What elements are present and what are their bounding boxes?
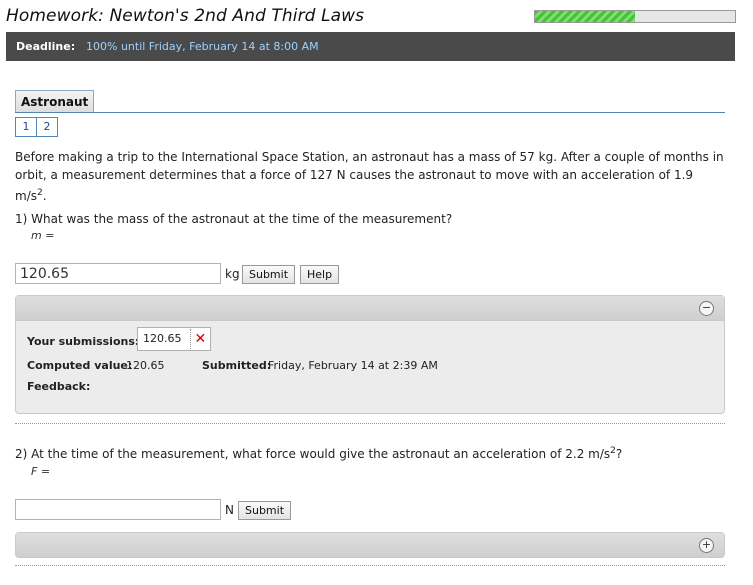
question-2-number: 2) bbox=[15, 447, 28, 461]
question-2-variable: F = bbox=[31, 465, 51, 478]
submission-entry: 120.65 ✕ bbox=[137, 327, 212, 351]
feedback-label: Feedback: bbox=[27, 380, 91, 393]
submitted-value: Friday, February 14 at 2:39 AM bbox=[268, 359, 438, 372]
submitted-label: Submitted: bbox=[202, 359, 272, 372]
deadline-value: 100% until Friday, February 14 at 8:00 A… bbox=[86, 40, 319, 53]
help-button[interactable]: Help bbox=[300, 265, 340, 284]
pager-item-2[interactable]: 2 bbox=[36, 117, 58, 137]
computed-value: 120.65 bbox=[126, 359, 165, 372]
mass-unit: kg bbox=[225, 267, 240, 281]
pager-item-1[interactable]: 1 bbox=[15, 117, 37, 137]
problem-text-main: Before making a trip to the Internationa… bbox=[15, 150, 724, 203]
bottom-divider bbox=[15, 565, 725, 566]
question-2-end: ? bbox=[615, 447, 623, 461]
your-submissions-label: Your submissions: bbox=[27, 335, 140, 348]
problem-text-end: . bbox=[42, 189, 47, 203]
question-2-text: At the time of the measurement, what for… bbox=[31, 447, 611, 461]
collapse-icon[interactable]: − bbox=[699, 301, 714, 316]
submissions-panel-q2: + bbox=[15, 532, 725, 558]
force-answer-input[interactable] bbox=[15, 499, 221, 520]
tab-astronaut[interactable]: Astronaut bbox=[15, 90, 95, 113]
submit-button-q2[interactable]: Submit bbox=[238, 501, 292, 520]
submissions-panel-q2-header: + bbox=[16, 533, 724, 557]
tab-divider bbox=[15, 112, 725, 113]
mass-answer-input[interactable] bbox=[15, 263, 221, 284]
deadline-label: Deadline: bbox=[16, 40, 76, 53]
question-1-variable: m = bbox=[31, 229, 55, 242]
submit-button-q1[interactable]: Submit bbox=[242, 265, 296, 284]
problem-statement: Before making a trip to the Internationa… bbox=[15, 148, 727, 205]
submissions-panel-q1: − Your submissions: 120.65 ✕ Computed va… bbox=[15, 295, 725, 414]
page-title: Homework: Newton's 2nd And Third Laws bbox=[6, 6, 365, 26]
force-unit: N bbox=[225, 503, 234, 517]
question-1: 1) What was the mass of the astronaut at… bbox=[15, 212, 452, 226]
question-1-number: 1) bbox=[15, 212, 28, 226]
wrong-x-icon: ✕ bbox=[189, 329, 206, 349]
part-pager: 1 2 bbox=[15, 117, 58, 137]
progress-fill bbox=[535, 11, 635, 22]
expand-icon[interactable]: + bbox=[699, 538, 714, 553]
question-divider bbox=[15, 423, 725, 424]
progress-bar bbox=[534, 10, 736, 23]
question-1-text: What was the mass of the astronaut at th… bbox=[31, 212, 453, 226]
deadline-bar: Deadline: 100% until Friday, February 14… bbox=[6, 32, 735, 61]
submissions-panel-header: − bbox=[16, 296, 724, 321]
question-2: 2) At the time of the measurement, what … bbox=[15, 446, 622, 461]
computed-value-label: Computed value: bbox=[27, 359, 133, 372]
submission-value: 120.65 bbox=[143, 332, 182, 345]
